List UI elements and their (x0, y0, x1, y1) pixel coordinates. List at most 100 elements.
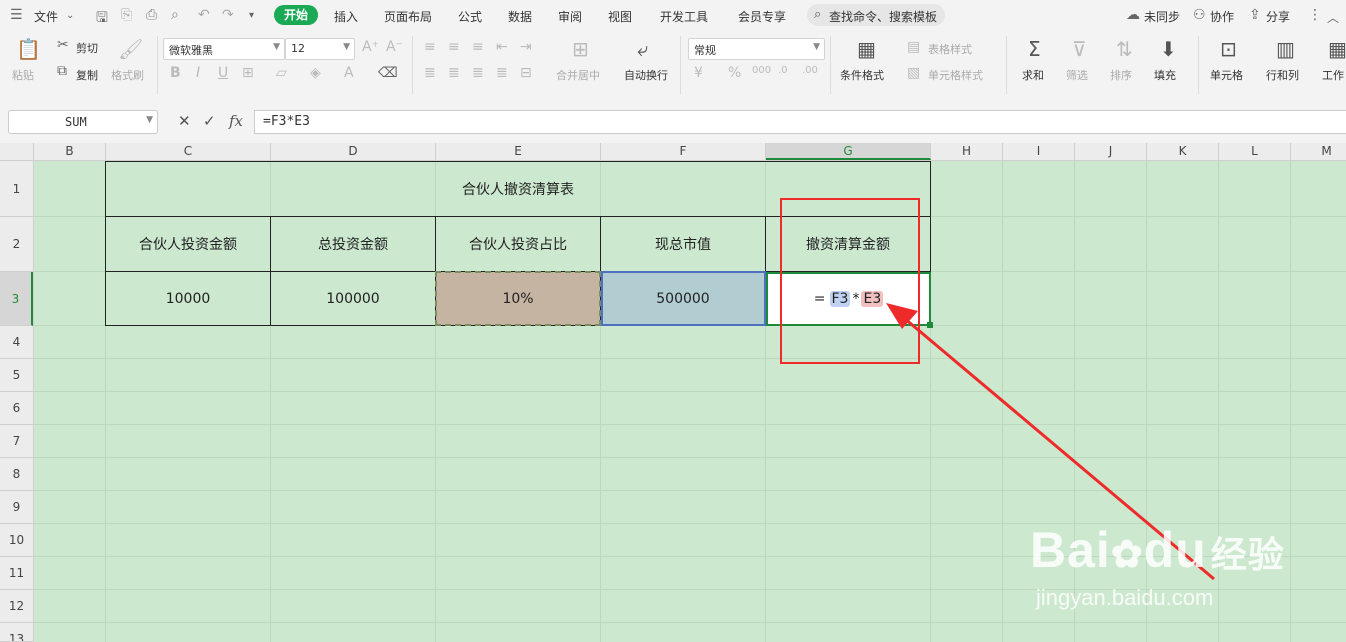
column-header[interactable]: K (1147, 143, 1219, 160)
increase-decimal-icon[interactable]: .0 (778, 65, 788, 76)
align-top-icon[interactable]: ≡ (424, 39, 436, 55)
border-icon[interactable]: ⊞ (242, 65, 254, 81)
underline-icon[interactable]: U (218, 65, 228, 81)
column-header[interactable]: I (1003, 143, 1075, 160)
sheet-grid[interactable]: 合伙人撤资清算表 合伙人投资金额 总投资金额 合伙人投资占比 现总市值 撤资清算… (34, 161, 1346, 642)
fill-button[interactable]: 填充 (1154, 67, 1176, 83)
column-header[interactable]: B (34, 143, 106, 160)
percent-icon[interactable]: % (728, 65, 741, 81)
align-left-icon[interactable]: ≣ (424, 65, 436, 81)
font-shrink-icon[interactable]: A⁻ (386, 39, 403, 55)
indent-more-icon[interactable]: ⇥ (520, 39, 532, 55)
print-preview-icon[interactable]: ⌕ (171, 7, 179, 23)
column-header[interactable]: F (601, 143, 766, 160)
tab-data[interactable]: 数据 (508, 8, 532, 25)
hamburger-icon[interactable]: ☰ (10, 7, 23, 23)
undo-icon[interactable]: ↶ (198, 7, 210, 23)
indent-less-icon[interactable]: ⇤ (496, 39, 508, 55)
justify-icon[interactable]: ≣ (496, 65, 508, 81)
merge-icon[interactable]: ⊞ (572, 37, 589, 61)
decrease-decimal-icon[interactable]: .00 (802, 65, 818, 76)
cell-button[interactable]: 单元格 (1210, 67, 1243, 83)
wrap-text-icon[interactable]: ⤶ (637, 37, 648, 61)
column-header[interactable]: M (1291, 143, 1346, 160)
italic-icon[interactable]: I (196, 65, 200, 81)
font-grow-icon[interactable]: A⁺ (362, 39, 379, 55)
eraser-icon[interactable]: ⌫ (378, 65, 398, 81)
tab-formulas[interactable]: 公式 (458, 8, 482, 25)
tab-review[interactable]: 审阅 (558, 8, 582, 25)
save-icon[interactable]: 🖫 (96, 7, 108, 31)
sync-status[interactable]: 未同步 (1144, 8, 1180, 25)
sort-icon[interactable]: ⇅ (1116, 37, 1133, 61)
align-middle-icon[interactable]: ≡ (448, 39, 460, 55)
select-all-corner[interactable] (0, 143, 34, 160)
font-name-select[interactable]: 微软雅黑 ▼ (163, 38, 285, 60)
align-right-icon[interactable]: ≣ (472, 65, 484, 81)
wrap-text-button[interactable]: 自动换行 (624, 67, 668, 83)
collapse-ribbon-icon[interactable]: ︿ (1327, 9, 1339, 26)
name-box[interactable]: SUM ▼ (8, 110, 158, 134)
number-format-select[interactable]: 常规 ▼ (688, 38, 825, 60)
font-size-select[interactable]: 12 ▼ (285, 38, 355, 60)
collab-icon[interactable]: ⚇ (1193, 7, 1206, 23)
redo-icon[interactable]: ↷ (222, 7, 234, 23)
bucket-icon[interactable]: ◈ (310, 65, 321, 81)
tab-insert[interactable]: 插入 (334, 8, 358, 25)
table-style-button[interactable]: 表格样式 (928, 41, 972, 57)
brush-icon[interactable]: 🖌 (118, 37, 143, 61)
sort-button[interactable]: 排序 (1110, 67, 1132, 83)
thousands-icon[interactable]: 000 (752, 65, 771, 76)
tab-developer[interactable]: 开发工具 (660, 8, 708, 25)
sum-icon[interactable]: Σ (1028, 37, 1041, 61)
cell-icon[interactable]: ⊡ (1220, 37, 1237, 61)
column-header[interactable]: J (1075, 143, 1147, 160)
row-col-button[interactable]: 行和列 (1266, 67, 1299, 83)
column-header[interactable]: C (106, 143, 271, 160)
more-icon[interactable]: ⋮ (1308, 7, 1322, 23)
conditional-format-button[interactable]: 条件格式 (840, 67, 884, 83)
table-style-icon[interactable]: ▤ (907, 39, 920, 55)
format-painter-button[interactable]: 格式刷 (111, 67, 144, 83)
cancel-icon[interactable]: ✕ (178, 112, 191, 130)
row-header[interactable]: 4 (0, 326, 33, 359)
fill-down-icon[interactable]: ⬇ (1160, 37, 1177, 61)
row-header[interactable]: 7 (0, 425, 33, 458)
tab-page-layout[interactable]: 页面布局 (384, 8, 432, 25)
row-header[interactable]: 9 (0, 491, 33, 524)
column-header[interactable]: D (271, 143, 436, 160)
cloud-icon[interactable]: ☁ (1126, 7, 1140, 23)
row-header[interactable]: 12 (0, 590, 33, 623)
row-header[interactable]: 2 (0, 217, 33, 272)
tab-home[interactable]: 开始 (274, 5, 318, 25)
export-icon[interactable]: ⎘ (121, 7, 132, 23)
align-center-icon[interactable]: ≣ (448, 65, 460, 81)
filter-icon[interactable]: ⊽ (1072, 37, 1087, 61)
column-header[interactable]: H (931, 143, 1003, 160)
row-header[interactable]: 8 (0, 458, 33, 491)
print-icon[interactable]: ⎙ (146, 7, 157, 23)
cut-button[interactable]: 剪切 (76, 40, 98, 56)
paste-button[interactable]: 粘贴 (12, 67, 34, 83)
copy-icon[interactable]: ⧉ (57, 63, 67, 79)
share-icon[interactable]: ⇪ (1249, 7, 1261, 23)
tab-member[interactable]: 会员专享 (738, 8, 786, 25)
row-col-icon[interactable]: ▥ (1276, 37, 1295, 61)
distribute-icon[interactable]: ⊟ (520, 65, 532, 81)
copy-button[interactable]: 复制 (76, 67, 98, 83)
fill-color-icon[interactable]: ▱ (276, 65, 287, 81)
row-header-selected[interactable]: 3 (0, 272, 33, 326)
row-header[interactable]: 1 (0, 161, 33, 217)
row-header[interactable]: 10 (0, 524, 33, 557)
cell-style-icon[interactable]: ▧ (907, 65, 920, 81)
tab-view[interactable]: 视图 (608, 8, 632, 25)
conditional-format-icon[interactable]: ▦ (857, 37, 876, 61)
column-header[interactable]: E (436, 143, 601, 160)
row-header[interactable]: 6 (0, 392, 33, 425)
font-color-icon[interactable]: A (344, 65, 354, 81)
sum-button[interactable]: 求和 (1022, 67, 1044, 83)
worksheet-icon[interactable]: ▦ (1328, 37, 1346, 61)
collab-button[interactable]: 协作 (1210, 8, 1234, 25)
row-header[interactable]: 5 (0, 359, 33, 392)
currency-icon[interactable]: ¥ (694, 65, 703, 81)
